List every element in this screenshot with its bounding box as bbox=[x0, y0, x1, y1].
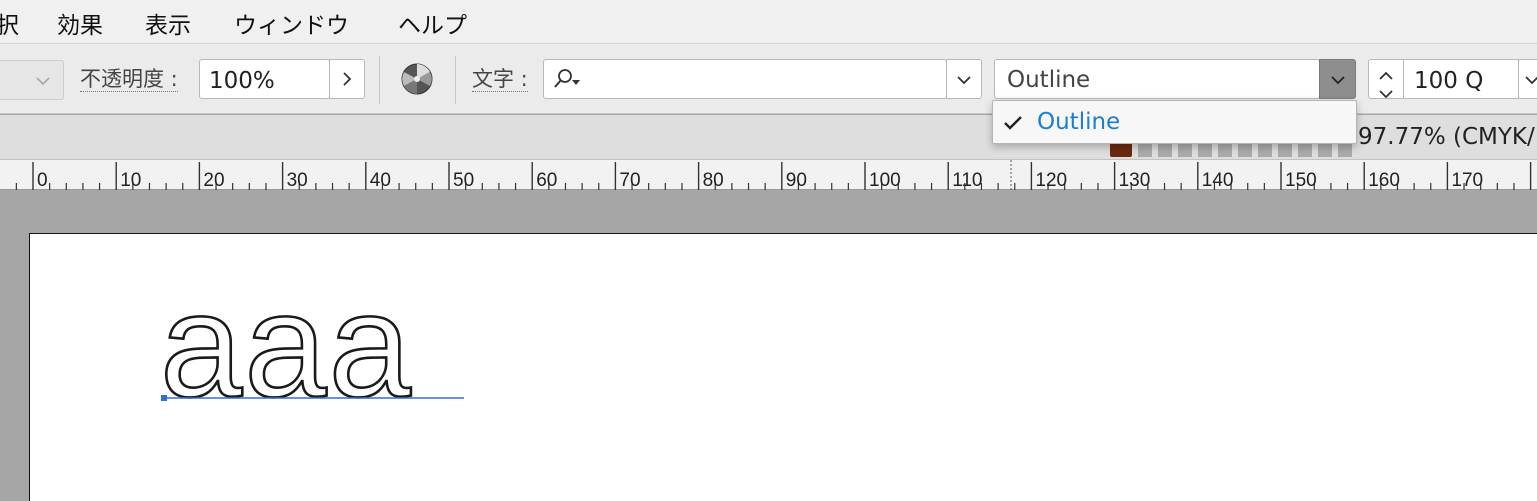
text-frame[interactable]: aaa bbox=[130, 264, 630, 444]
ruler-label: 130 bbox=[1119, 170, 1151, 190]
search-icon bbox=[552, 68, 586, 90]
separator bbox=[455, 56, 456, 104]
outlined-text[interactable]: aaa bbox=[159, 264, 413, 429]
opacity-field[interactable]: 100% bbox=[199, 59, 330, 99]
ruler-ticks: 0 10 20 30 40 50 60 70 80 90 100 110 120 130 140 150 160… bbox=[15, 160, 1532, 190]
chevron-up-icon[interactable] bbox=[1379, 65, 1393, 84]
chevron-down-icon bbox=[1328, 70, 1348, 90]
selection-anchor[interactable] bbox=[161, 395, 167, 401]
blend-mode-dropdown[interactable] bbox=[0, 60, 64, 100]
ruler-label: 80 bbox=[703, 170, 724, 190]
ruler-label: 90 bbox=[786, 170, 807, 190]
ruler-label: 120 bbox=[1035, 170, 1067, 190]
ruler-label: 140 bbox=[1202, 170, 1234, 190]
opacity-value: 100% bbox=[209, 68, 275, 94]
opacity-label: 不透明度 : bbox=[80, 67, 178, 92]
menu-item-view[interactable]: 表示 bbox=[145, 6, 191, 40]
font-style-popup: Outline bbox=[992, 100, 1357, 144]
ruler-label: 30 bbox=[287, 170, 308, 190]
chevron-right-icon bbox=[337, 69, 357, 89]
character-label: 文字 : bbox=[472, 67, 528, 92]
font-size-field[interactable]: 100 Q bbox=[1403, 59, 1519, 99]
font-size-stepper[interactable] bbox=[1368, 59, 1404, 99]
menu-item-select[interactable]: 択 bbox=[0, 6, 19, 40]
ruler-label: 0 bbox=[37, 170, 48, 190]
ruler-label: 100 bbox=[869, 170, 901, 190]
artboard-page[interactable]: aaa bbox=[29, 233, 1537, 501]
font-style-value: Outline bbox=[1007, 67, 1091, 93]
appearance-icon[interactable] bbox=[399, 61, 435, 97]
ruler-label: 110 bbox=[952, 170, 982, 190]
menu-bar: 択 効果 表示 ウィンドウ ヘルプ bbox=[0, 0, 1537, 44]
ruler-label: 50 bbox=[453, 170, 474, 190]
ruler-label: 60 bbox=[536, 170, 557, 190]
chevron-down-icon[interactable] bbox=[1379, 84, 1393, 103]
ruler-label: 20 bbox=[203, 170, 224, 190]
font-family-dropdown-button[interactable] bbox=[946, 59, 982, 99]
chevron-down-icon bbox=[33, 71, 53, 91]
menu-item-help[interactable]: ヘルプ bbox=[398, 6, 467, 40]
ruler-label: 10 bbox=[120, 170, 141, 190]
ruler-label: 170 bbox=[1451, 170, 1483, 190]
chevron-down-icon bbox=[1522, 70, 1537, 90]
separator bbox=[379, 56, 380, 104]
popup-item-label: Outline bbox=[1037, 109, 1121, 135]
chevron-down-icon bbox=[954, 70, 974, 90]
checkmark-icon bbox=[1003, 115, 1023, 135]
font-style-field[interactable]: Outline bbox=[994, 59, 1320, 99]
ruler-label: 40 bbox=[370, 170, 391, 190]
font-family-field[interactable] bbox=[543, 59, 947, 99]
ruler-label: 70 bbox=[619, 170, 640, 190]
font-size-value: 100 Q bbox=[1414, 68, 1484, 94]
font-style-dropdown-button[interactable] bbox=[1319, 59, 1356, 99]
canvas-area: aaa bbox=[0, 190, 1537, 501]
ruler-label: 150 bbox=[1285, 170, 1317, 190]
horizontal-ruler[interactable]: 0 10 20 30 40 50 60 70 80 90 100 110 120 130 140 150 160… bbox=[0, 160, 1537, 190]
opacity-stepper-button[interactable] bbox=[329, 59, 365, 99]
document-zoom-text[interactable]: 97.77% (CMYK/ bbox=[1358, 124, 1535, 150]
ruler-label: 160 bbox=[1368, 170, 1400, 190]
popup-item-outline[interactable]: Outline bbox=[993, 101, 1356, 145]
menu-item-window[interactable]: ウィンドウ bbox=[234, 6, 349, 40]
menu-item-effect[interactable]: 効果 bbox=[57, 6, 103, 40]
font-size-dropdown-button[interactable] bbox=[1518, 59, 1537, 99]
